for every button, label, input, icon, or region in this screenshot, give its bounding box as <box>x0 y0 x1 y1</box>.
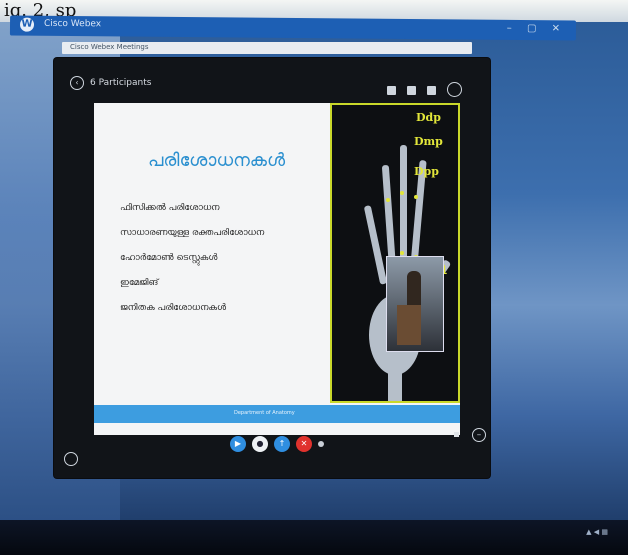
chat-icon[interactable] <box>64 452 78 466</box>
end-call-icon[interactable]: ✕ <box>296 436 312 452</box>
taskbar: ▲ ◀ ▦ <box>0 520 628 555</box>
minus-icon[interactable]: – <box>472 428 486 442</box>
list-item: സാധാരണയുള്ള രക്തപരിശോധന <box>120 228 265 238</box>
xray-label-ddp: Ddp <box>416 111 441 124</box>
webex-logo-icon: W <box>19 17 35 32</box>
list-item: ജനിതക പരിശോധനകൾ <box>120 303 227 313</box>
share-screen-icon[interactable] <box>426 86 436 95</box>
slide-title: പരിശോധനകൾ <box>148 150 286 171</box>
podium <box>397 305 421 345</box>
presenter-figure <box>407 271 421 309</box>
signal-icon <box>386 86 396 95</box>
mute-icon[interactable]: ● <box>252 436 268 452</box>
window-title: Cisco Webex <box>43 18 102 30</box>
share-icon[interactable]: ↑ <box>274 436 290 452</box>
participants-count[interactable]: 6 Participants <box>90 78 151 88</box>
meeting-subtitle: Cisco Webex Meetings <box>70 43 149 51</box>
hand-xray-image: Ddp Dmp Dpp m <box>330 103 460 403</box>
fullscreen-icon[interactable] <box>447 81 462 97</box>
panel-header: ‹ 6 Participants <box>54 58 490 98</box>
list-item: ഫിസിക്കൽ പരിശോധന <box>120 203 220 213</box>
system-tray: ▲ ◀ ▦ <box>586 528 608 536</box>
stop-icon[interactable] <box>454 432 459 437</box>
xray-label-dpp: Dpp <box>414 165 439 178</box>
layout-icon[interactable] <box>406 86 416 95</box>
slide-footer-bar: Department of Anatomy <box>94 405 460 423</box>
list-item: ഹോർമോൺ ടെസ്റ്റുകൾ <box>120 253 218 263</box>
hand-bones-drawing <box>364 145 451 401</box>
list-item: ഇമേജിങ് <box>120 278 159 288</box>
xray-label-dmp: Dmp <box>414 135 443 148</box>
presenter-video-tile[interactable] <box>386 256 444 352</box>
video-icon[interactable]: ▶ <box>230 436 246 452</box>
meeting-subbar: Cisco Webex Meetings <box>62 42 472 54</box>
meeting-panel: ‹ 6 Participants പരിശോധനകൾ ഫിസിക്കൽ പരിശ… <box>54 58 490 478</box>
window-controls[interactable]: – ▢ ✕ <box>507 23 566 35</box>
more-icon[interactable] <box>318 441 324 447</box>
back-icon[interactable]: ‹ <box>70 76 84 90</box>
slide-list: ഫിസിക്കൽ പരിശോധന സാധാരണയുള്ള രക്തപരിശോധന… <box>120 203 264 328</box>
slide-footer-text: Department of Anatomy <box>234 410 295 416</box>
top-right-icons <box>381 80 462 99</box>
